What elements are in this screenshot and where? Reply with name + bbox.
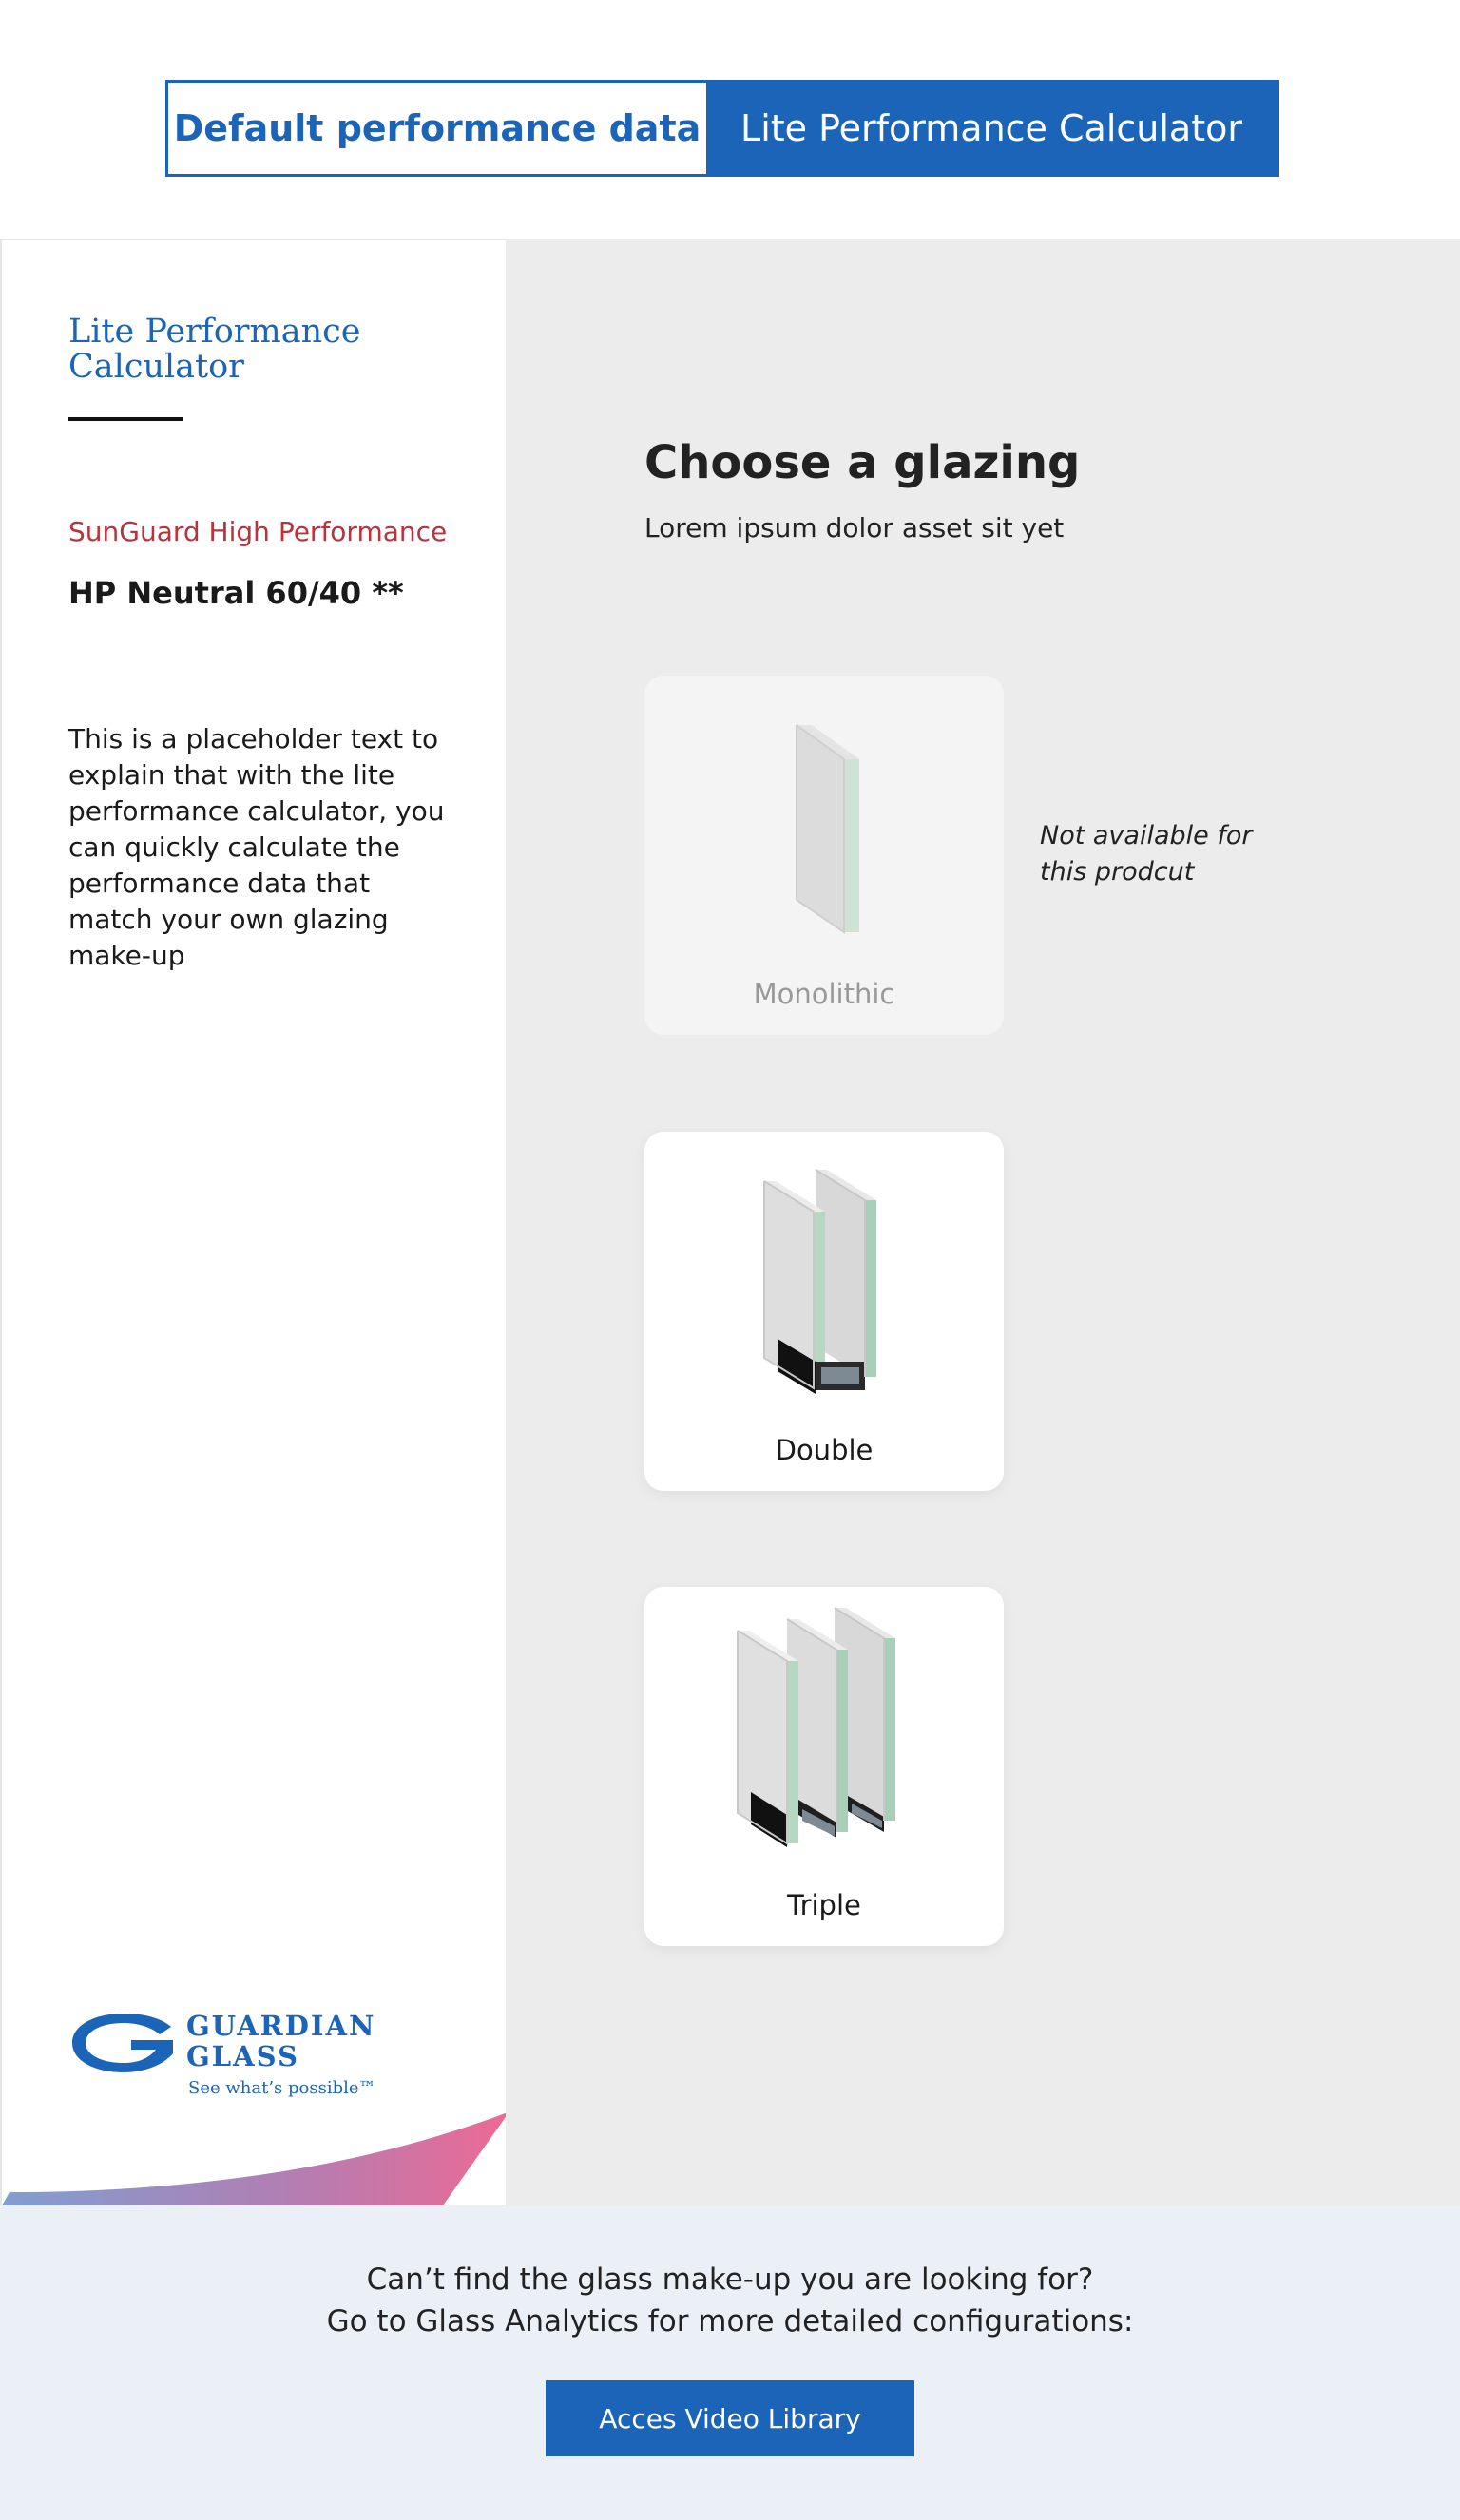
monolithic-glass-icon (796, 724, 859, 934)
tab-lite-performance-calculator[interactable]: Lite Performance Calculator (706, 83, 1277, 174)
sidebar-description: This is a placeholder text to explain th… (68, 723, 445, 971)
guardian-glass-logo: GUARDIAN GLASS See what’s possible™ (68, 2010, 382, 2105)
product-brand: SunGuard High Performance (68, 516, 448, 547)
sidebar-title-line2: Calculator (68, 348, 244, 386)
glazing-option-double[interactable]: Double (644, 1132, 1004, 1491)
double-glazing-icon (763, 1169, 876, 1394)
glazing-option-label: Monolithic (753, 978, 895, 1010)
guardian-horse-icon (72, 2014, 173, 2072)
glazing-option-label: Triple (787, 1889, 861, 1921)
logo-wordmark-guardian: GUARDIAN (186, 2010, 376, 2042)
main-area: Lite Performance Calculator SunGuard Hig… (0, 239, 1460, 2205)
footer-banner: Can’t find the glass make-up you are loo… (0, 2205, 1460, 2520)
tab-default-performance-data[interactable]: Default performance data (168, 83, 706, 174)
decorative-swoosh (2, 2112, 506, 2205)
video-library-button[interactable]: Acces Video Library (546, 2380, 914, 2456)
sidebar-title-line1: Lite Performance (68, 313, 361, 351)
sidebar-divider (68, 417, 182, 421)
glazing-option-monolithic: Monolithic (644, 676, 1004, 1035)
footer-text-line1: Can’t find the glass make-up you are loo… (366, 2262, 1094, 2297)
logo-wordmark-glass: GLASS (186, 2040, 299, 2072)
product-name: HP Neutral 60/40 ** (68, 575, 404, 611)
sidebar: Lite Performance Calculator SunGuard Hig… (0, 239, 506, 2205)
not-available-note: Not available for this prodcut (1040, 821, 1253, 887)
sidebar-title: Lite Performance Calculator (68, 315, 468, 385)
page-title: Choose a glazing (644, 436, 1081, 489)
triple-glazing-icon (737, 1607, 895, 1847)
page-subtitle: Lorem ipsum dolor asset sit yet (644, 512, 1065, 544)
glazing-option-triple[interactable]: Triple (644, 1587, 1004, 1946)
glazing-option-label: Double (775, 1434, 874, 1466)
logo-tagline: See what’s possible™ (188, 2078, 376, 2098)
footer-text-line2: Go to Glass Analytics for more detailed … (326, 2304, 1134, 2339)
view-tabs: Default performance data Lite Performanc… (165, 80, 1279, 177)
